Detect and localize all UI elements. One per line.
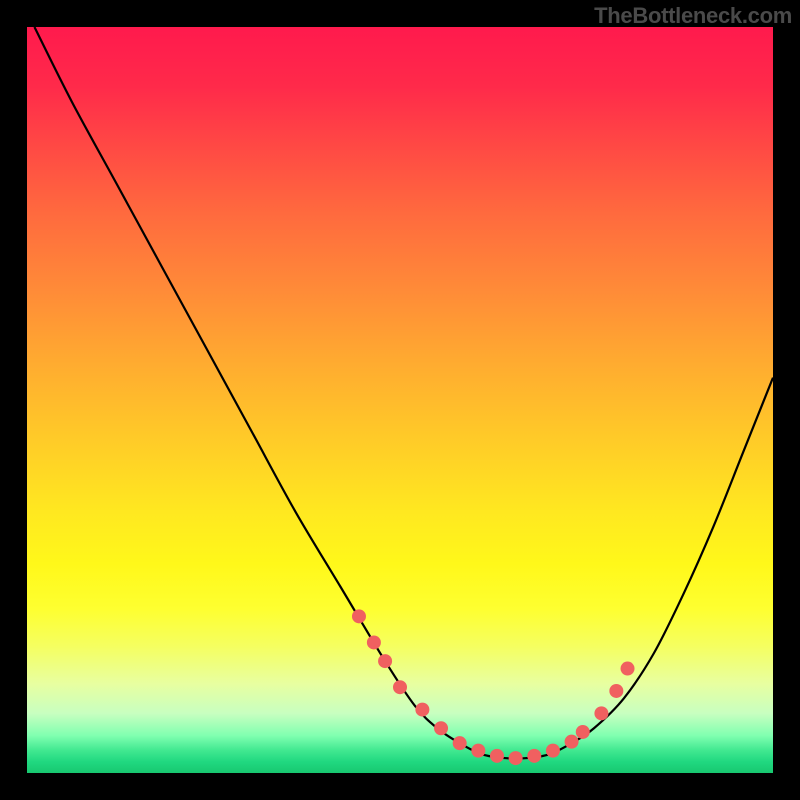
watermark-text: TheBottleneck.com <box>594 3 792 29</box>
marker-point <box>621 662 635 676</box>
marker-group <box>352 609 635 765</box>
marker-point <box>565 735 579 749</box>
bottleneck-curve <box>34 27 773 759</box>
chart-frame: TheBottleneck.com <box>0 0 800 800</box>
marker-point <box>509 751 523 765</box>
marker-point <box>415 703 429 717</box>
marker-point <box>352 609 366 623</box>
marker-point <box>576 725 590 739</box>
marker-point <box>490 749 504 763</box>
marker-point <box>367 635 381 649</box>
marker-point <box>609 684 623 698</box>
marker-point <box>453 736 467 750</box>
marker-point <box>434 721 448 735</box>
marker-point <box>594 706 608 720</box>
marker-point <box>378 654 392 668</box>
plot-area <box>27 27 773 773</box>
chart-svg <box>27 27 773 773</box>
marker-point <box>471 744 485 758</box>
marker-point <box>393 680 407 694</box>
marker-point <box>546 744 560 758</box>
marker-point <box>527 749 541 763</box>
